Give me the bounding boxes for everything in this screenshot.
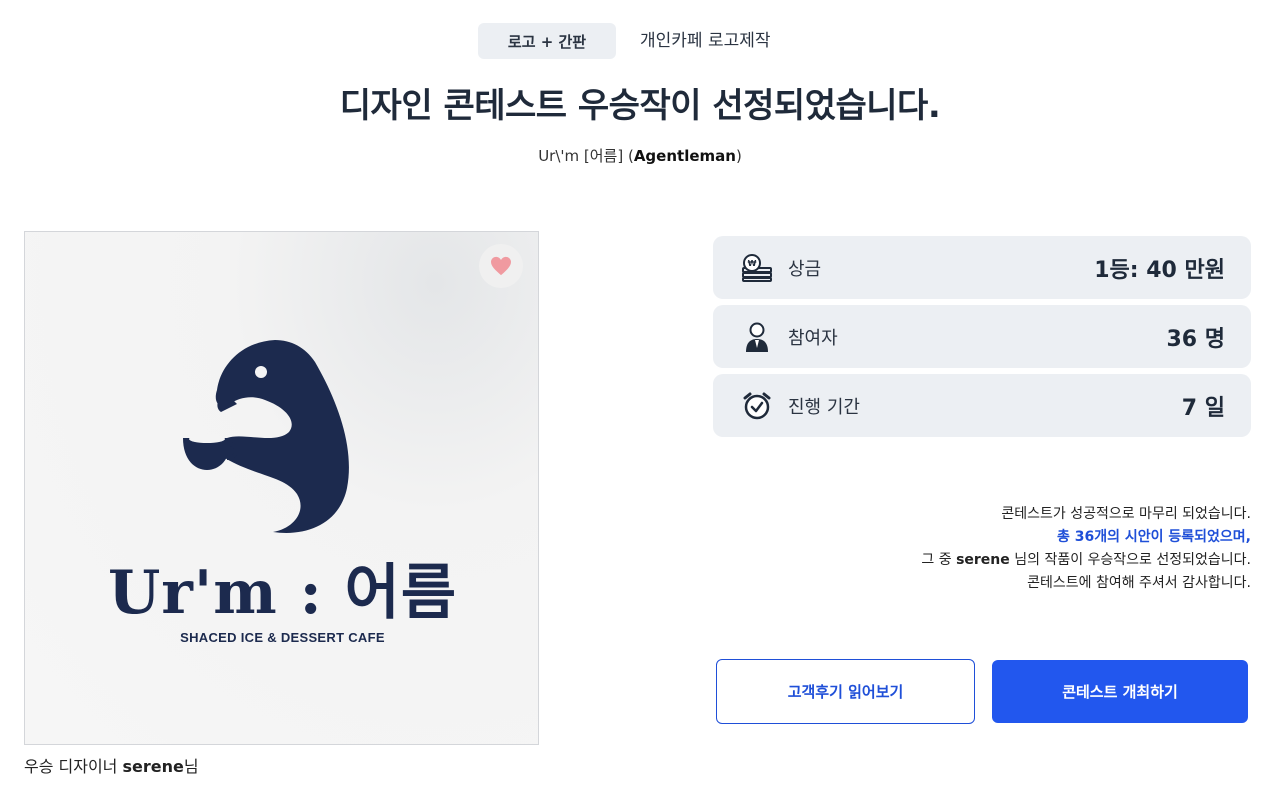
heart-icon (491, 256, 511, 276)
stat-label-prize: 상금 (788, 258, 822, 280)
penguin-logo (183, 340, 349, 533)
category-badge[interactable]: 로고 + 간판 (478, 23, 616, 59)
stat-card-participants: 참여자 36 명 (713, 305, 1251, 368)
stat-card-prize: ₩ 상금 1등: 40 만원 (713, 236, 1251, 299)
message-line-2: 총 36개의 시안이 등록되었으며, (1057, 529, 1251, 545)
message-line-4: 콘테스트에 참여해 주셔서 감사합니다. (1027, 575, 1251, 591)
category-subtitle: 개인카페 로고제작 (640, 31, 771, 51)
message-line-3-suffix: 님의 작품이 우승작으로 선정되었습니다. (1014, 552, 1251, 568)
stat-label-participants: 참여자 (788, 327, 838, 349)
message-line-1: 콘테스트가 성공적으로 마무리 되었습니다. (1001, 506, 1251, 522)
completion-message: 콘테스트가 성공적으로 마무리 되었습니다. 총 36개의 시안이 등록되었으며… (921, 503, 1251, 595)
person-icon (741, 321, 773, 353)
stat-label-duration: 진행 기간 (788, 396, 860, 418)
winner-caption-prefix: 우승 디자이너 (24, 757, 118, 776)
winner-caption-suffix: 님 (183, 757, 199, 776)
page-title: 디자인 콘테스트 우승작이 선정되었습니다. (339, 86, 941, 126)
category-row: 로고 + 간판 개인카페 로고제작 (0, 23, 1280, 59)
brand-tagline: SHACED ICE & DESSERT CAFE (180, 630, 385, 645)
money-stack-icon: ₩ (741, 252, 773, 284)
alarm-clock-icon (741, 390, 773, 422)
winning-design-image[interactable]: Ur'm : 어름 SHACED ICE & DESSERT CAFE (24, 231, 539, 745)
stat-value-participants: 36 명 (1166, 326, 1225, 352)
winner-caption: 우승 디자이너 serene님 (24, 753, 199, 777)
winner-designer-name[interactable]: serene (123, 757, 184, 776)
project-name: Ur\'m [어름] (538, 147, 624, 165)
project-line: Ur\'m [어름] (Agentleman) (538, 147, 742, 165)
message-line-3-prefix: 그 중 (921, 552, 952, 568)
stat-value-prize: 1등: 40 만원 (1094, 257, 1225, 283)
stat-card-duration: 진행 기간 7 일 (713, 374, 1251, 437)
like-button[interactable] (479, 244, 523, 288)
read-reviews-button[interactable]: 고객후기 읽어보기 (716, 659, 975, 724)
message-designer-name: serene (956, 552, 1010, 568)
message-line-3: 그 중 serene 님의 작품이 우승작으로 선정되었습니다. (921, 549, 1251, 572)
svg-text:₩: ₩ (748, 259, 757, 268)
brand-wordmark: Ur'm : 어름 (107, 558, 458, 628)
host-contest-button[interactable]: 콘테스트 개최하기 (992, 660, 1248, 723)
client-name: Agentleman (633, 147, 736, 165)
stat-value-duration: 7 일 (1181, 395, 1225, 421)
